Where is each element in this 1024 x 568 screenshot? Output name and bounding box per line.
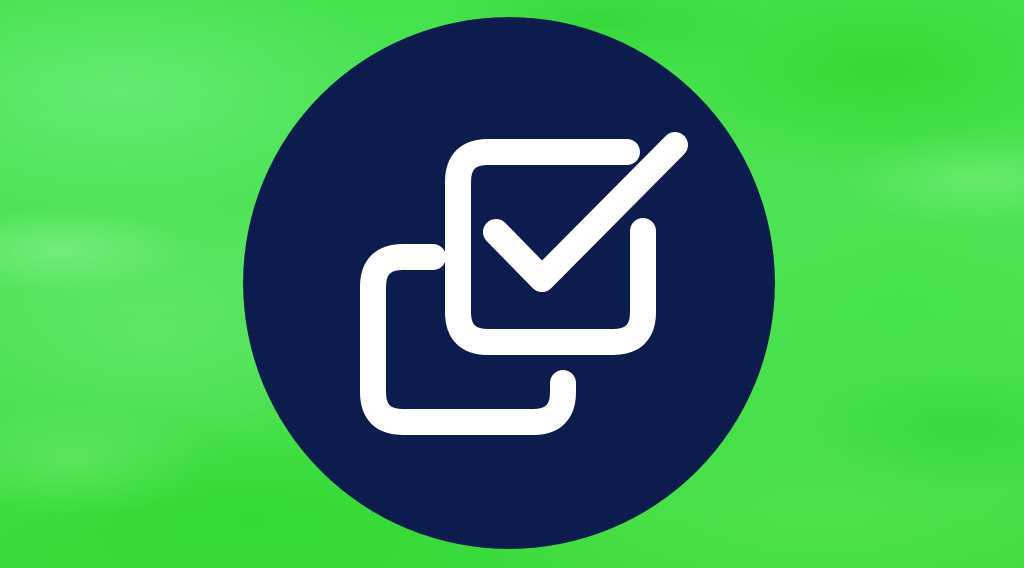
badge-disc <box>243 17 775 549</box>
watercolor-background <box>0 0 1024 568</box>
badge-circle <box>243 17 775 549</box>
badge-svg <box>243 17 775 549</box>
